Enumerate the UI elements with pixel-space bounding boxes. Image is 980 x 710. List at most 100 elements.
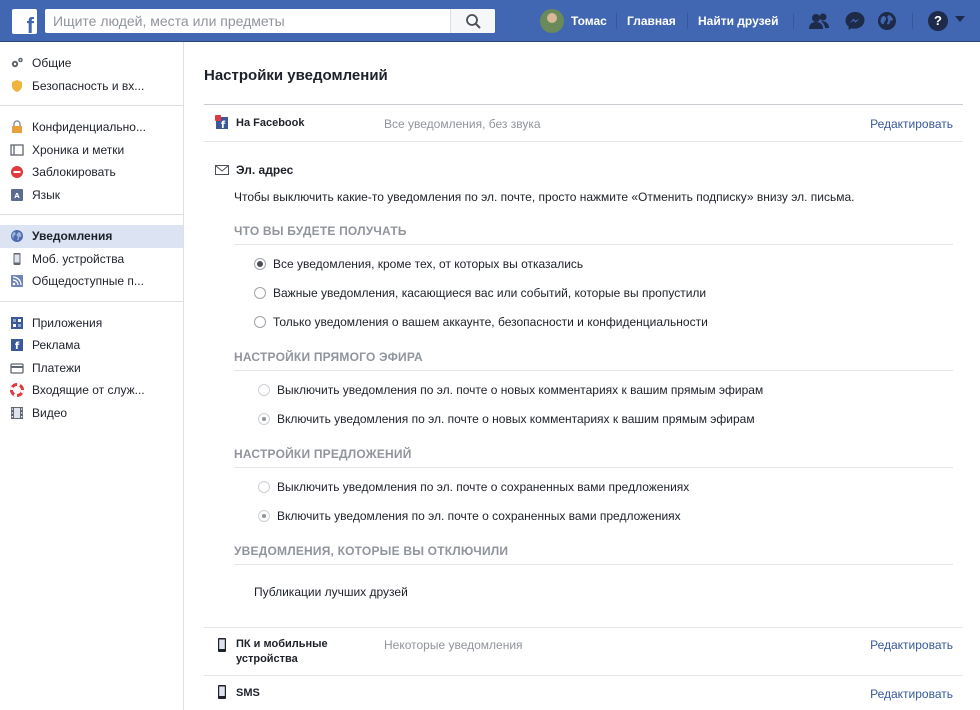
radio-button[interactable]: [258, 510, 270, 522]
sidebar-item-apps[interactable]: Приложения: [0, 312, 183, 335]
nav-divider: [912, 13, 913, 29]
nav-divider: [793, 13, 794, 29]
radio-label: Выключить уведомления по эл. почте о нов…: [277, 383, 764, 397]
page-title: Настройки уведомлений: [204, 67, 388, 84]
account-menu-caret-icon[interactable]: [955, 16, 965, 22]
find-friends-link[interactable]: Найти друзей: [698, 14, 778, 28]
email-section-title: Эл. адрес: [236, 163, 294, 177]
sidebar-item-label: Заблокировать: [32, 165, 116, 180]
sidebar-item-payments[interactable]: Платежи: [0, 357, 183, 380]
radio-label: Выключить уведомления по эл. почте о сох…: [277, 480, 690, 494]
sms-notifications-row[interactable]: SMS Редактировать: [204, 676, 963, 710]
radio-button[interactable]: [254, 316, 266, 328]
sidebar-item-label: Уведомления: [32, 229, 113, 244]
live-option-disable[interactable]: Выключить уведомления по эл. почте о нов…: [258, 383, 763, 397]
search-icon: [466, 14, 481, 29]
row-label: SMS: [236, 687, 260, 699]
home-link[interactable]: Главная: [627, 14, 676, 28]
svg-text:f: f: [15, 341, 20, 352]
block-icon: [11, 166, 23, 179]
sidebar-item-public-posts[interactable]: Общедоступные п...: [0, 270, 183, 293]
avatar: [540, 9, 564, 33]
phone-icon: [13, 252, 21, 265]
radio-label: Включить уведомления по эл. почте о новы…: [277, 412, 755, 426]
sidebar-item-label: Хроника и метки: [32, 142, 125, 157]
language-icon: A: [11, 188, 23, 201]
receive-option-all[interactable]: Все уведомления, кроме тех, от которых в…: [254, 257, 583, 271]
ads-icon: f: [11, 339, 23, 352]
svg-text:f: f: [221, 120, 226, 129]
receive-option-account-only[interactable]: Только уведомления о вашем аккаунте, без…: [254, 315, 708, 329]
sidebar-group-privacy: Конфиденциально... Хроника и метки Забло…: [0, 106, 183, 215]
row-label: На Facebook: [236, 117, 305, 129]
receive-section-heading: ЧТО ВЫ БУДЕТЕ ПОЛУЧАТЬ: [234, 224, 953, 245]
sidebar-item-label: Моб. устройства: [32, 251, 125, 266]
radio-label: Все уведомления, кроме тех, от которых в…: [273, 257, 584, 271]
film-icon: [11, 406, 23, 419]
sidebar-item-language[interactable]: A Язык: [0, 184, 183, 207]
radio-button[interactable]: [254, 287, 266, 299]
disabled-notification-item: Публикации лучших друзей: [254, 585, 408, 599]
radio-button[interactable]: [258, 384, 270, 396]
radio-button[interactable]: [258, 481, 270, 493]
devices-notifications-row[interactable]: ПК и мобильные устройства Некоторые увед…: [204, 628, 963, 676]
notifications-globe-icon[interactable]: [876, 11, 898, 31]
row-value: Некоторые уведомления: [384, 638, 523, 652]
radio-label: Важные уведомления, касающиеся вас или с…: [273, 286, 707, 300]
row-value: Все уведомления, без звука: [384, 117, 541, 131]
sidebar-item-label: Общие: [32, 56, 72, 71]
sidebar-item-security[interactable]: Безопасность и вх...: [0, 75, 183, 98]
lock-icon: [12, 120, 22, 134]
sidebar-item-privacy[interactable]: Конфиденциально...: [0, 116, 183, 139]
sidebar-item-label: Язык: [32, 187, 61, 202]
shield-icon: [12, 79, 22, 92]
card-icon: [10, 363, 24, 374]
live-option-enable[interactable]: Включить уведомления по эл. почте о новы…: [258, 412, 755, 426]
offers-option-enable[interactable]: Включить уведомления по эл. почте о сохр…: [258, 509, 681, 523]
facebook-logo[interactable]: f: [12, 9, 37, 38]
sidebar-item-ads[interactable]: f Реклама: [0, 334, 183, 357]
search-box: [45, 9, 495, 33]
row-label-line2: устройства: [236, 653, 298, 665]
sidebar-item-label: Конфиденциально...: [32, 120, 146, 135]
edit-devices-link[interactable]: Редактировать: [870, 638, 953, 652]
sidebar-item-timeline[interactable]: Хроника и метки: [0, 139, 183, 162]
sidebar-item-support-inbox[interactable]: Входящие от служ...: [0, 379, 183, 402]
sidebar-item-label: Видео: [32, 405, 68, 420]
sidebar-item-label: Приложения: [32, 315, 103, 330]
sidebar-item-label: Реклама: [32, 338, 81, 353]
edit-sms-link[interactable]: Редактировать: [870, 687, 953, 701]
search-button[interactable]: [450, 9, 495, 33]
messenger-icon[interactable]: [844, 11, 866, 31]
search-input[interactable]: [45, 9, 450, 33]
radio-label: Только уведомления о вашем аккаунте, без…: [273, 315, 708, 329]
profile-link[interactable]: Томас: [540, 9, 607, 33]
facebook-notifications-row[interactable]: f На Facebook Все уведомления, без звука…: [204, 105, 963, 142]
facebook-badge-icon: f: [215, 115, 228, 129]
sidebar-item-mobile[interactable]: Моб. устройства: [0, 248, 183, 271]
sidebar-item-notifications[interactable]: Уведомления: [0, 225, 183, 248]
radio-label: Включить уведомления по эл. почте о сохр…: [277, 509, 681, 523]
email-notifications-section: Эл. адрес Чтобы выключить какие-то уведо…: [204, 142, 963, 628]
sidebar-item-label: Входящие от служ...: [32, 383, 145, 398]
sidebar-item-blocking[interactable]: Заблокировать: [0, 161, 183, 184]
sidebar-group-general: Общие Безопасность и вх...: [0, 42, 183, 106]
offers-section-heading: НАСТРОЙКИ ПРЕДЛОЖЕНИЙ: [234, 447, 953, 468]
help-icon[interactable]: ?: [928, 11, 948, 31]
nav-divider: [687, 13, 688, 29]
facebook-logo-letter: f: [26, 13, 34, 38]
radio-button[interactable]: [258, 413, 270, 425]
radio-button[interactable]: [254, 258, 266, 270]
sidebar-item-general[interactable]: Общие: [0, 52, 183, 75]
timeline-icon: [10, 144, 24, 156]
sidebar-group-notifications: Уведомления Моб. устройства Общедоступны…: [0, 215, 183, 302]
sidebar-item-label: Платежи: [32, 360, 81, 375]
edit-facebook-link[interactable]: Редактировать: [870, 117, 953, 131]
friend-requests-icon[interactable]: [808, 11, 830, 31]
offers-option-disable[interactable]: Выключить уведомления по эл. почте о сох…: [258, 480, 689, 494]
phone-icon: [218, 638, 226, 652]
receive-option-important[interactable]: Важные уведомления, касающиеся вас или с…: [254, 286, 706, 300]
gears-icon: [11, 57, 23, 68]
profile-name: Томас: [571, 14, 607, 28]
sidebar-item-video[interactable]: Видео: [0, 402, 183, 425]
